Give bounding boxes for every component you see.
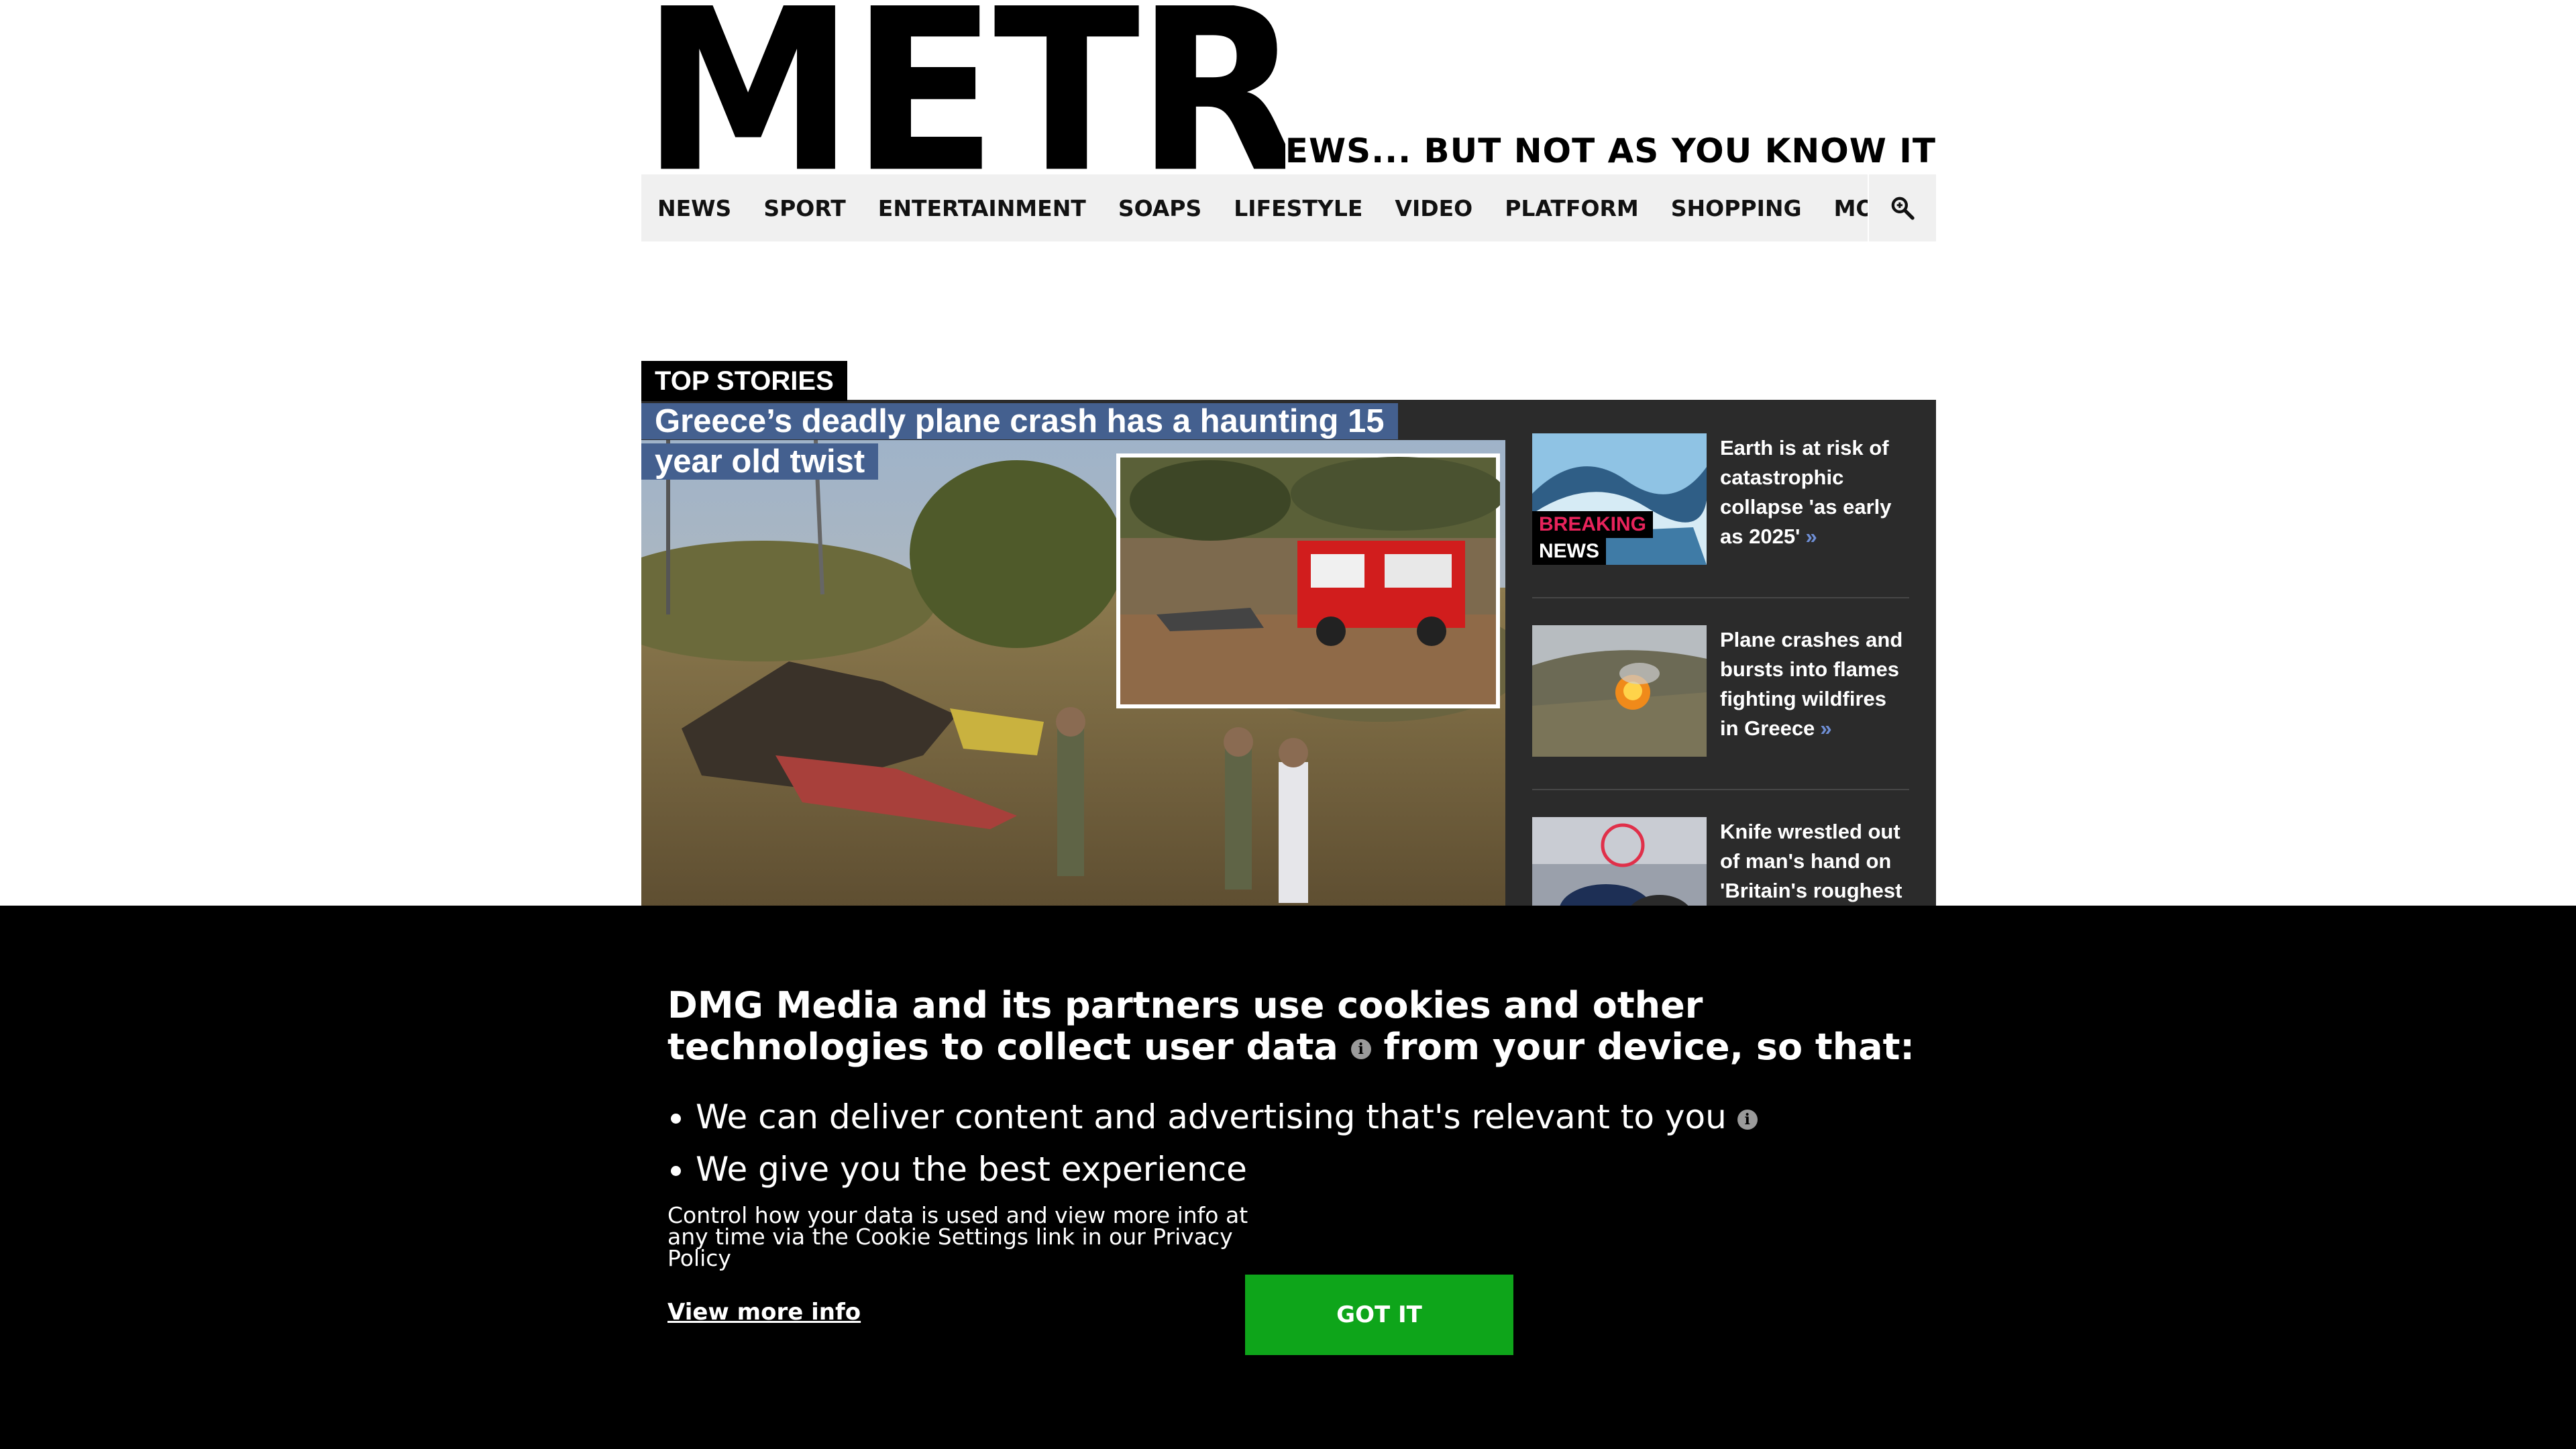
hero-headline-text[interactable]: Greece’s deadly plane crash has a haunti… — [641, 403, 1398, 480]
info-icon[interactable]: i — [1737, 1109, 1758, 1130]
side-story-title[interactable]: Knife wrestled out of man's hand on 'Bri… — [1720, 820, 1902, 902]
inset-fire-truck-image — [1116, 453, 1500, 708]
cookie-bullet-text: We can deliver content and advertising t… — [696, 1097, 1727, 1136]
search-button[interactable] — [1868, 174, 1936, 241]
side-story-headline[interactable]: Plane crashes and bursts into flames fig… — [1720, 625, 1909, 789]
info-icon[interactable]: i — [1350, 1039, 1371, 1060]
news-label: NEWS — [1532, 538, 1606, 565]
side-story-title[interactable]: Plane crashes and bursts into flames fig… — [1720, 628, 1902, 740]
cookie-control-text: Control how your data is used and view m… — [667, 1202, 1248, 1271]
side-story-headline[interactable]: Earth is at risk of catastrophic collaps… — [1720, 433, 1909, 597]
plane-fire-image — [1532, 625, 1707, 757]
masthead: METRO NEWS... BUT NOT AS YOU KNOW IT — [641, 5, 1936, 177]
nav-item-lifestyle[interactable]: LIFESTYLE — [1234, 195, 1362, 221]
nav-item-shopping[interactable]: SHOPPING — [1671, 195, 1802, 221]
nav-item-sport[interactable]: SPORT — [763, 195, 845, 221]
nav-item-news[interactable]: NEWS — [657, 195, 731, 221]
side-story[interactable]: BREAKING NEWS Earth is at risk of catast… — [1532, 433, 1909, 598]
side-story[interactable]: Plane crashes and bursts into flames fig… — [1532, 625, 1909, 790]
nav-item-platform[interactable]: PLATFORM — [1505, 195, 1639, 221]
nav-item-entertainment[interactable]: ENTERTAINMENT — [878, 195, 1086, 221]
main-nav: NEWS SPORT ENTERTAINMENT SOAPS LIFESTYLE… — [641, 174, 1936, 241]
more-arrow-icon: » — [1820, 716, 1832, 740]
list-item: We give you the best experience — [696, 1143, 1758, 1195]
breaking-label: BREAKING — [1532, 511, 1654, 538]
nav-item-soaps[interactable]: SOAPS — [1118, 195, 1201, 221]
got-it-button[interactable]: GOT IT — [1245, 1275, 1513, 1355]
search-icon — [1891, 197, 1915, 220]
list-item: We can deliver content and advertising t… — [696, 1091, 1758, 1143]
hero-headline[interactable]: Greece’s deadly plane crash has a haunti… — [641, 401, 1460, 482]
top-stories-label: TOP STORIES — [641, 361, 847, 401]
story-thumbnail[interactable]: BREAKING NEWS — [1532, 433, 1707, 565]
story-thumbnail[interactable] — [1532, 625, 1707, 757]
metro-logo[interactable]: METRO — [641, 5, 1285, 177]
cookie-title: DMG Media and its partners use cookies a… — [667, 985, 1942, 1068]
breaking-news-badge: BREAKING NEWS — [1532, 511, 1654, 565]
more-arrow-icon: » — [1805, 525, 1817, 548]
nav-item-video[interactable]: VIDEO — [1395, 195, 1472, 221]
cookie-banner: DMG Media and its partners use cookies a… — [0, 906, 2576, 1449]
cookie-bullet-text: We give you the best experience — [696, 1150, 1247, 1189]
cookie-purpose-list: We can deliver content and advertising t… — [667, 1091, 1758, 1195]
cookie-title-part2: from your device, so that: — [1383, 1026, 1915, 1068]
view-more-info-link[interactable]: View more info — [667, 1299, 861, 1326]
tagline: NEWS... BUT NOT AS YOU KNOW IT — [1256, 131, 1936, 170]
nav-item-more[interactable]: MORE — [1834, 195, 1868, 221]
